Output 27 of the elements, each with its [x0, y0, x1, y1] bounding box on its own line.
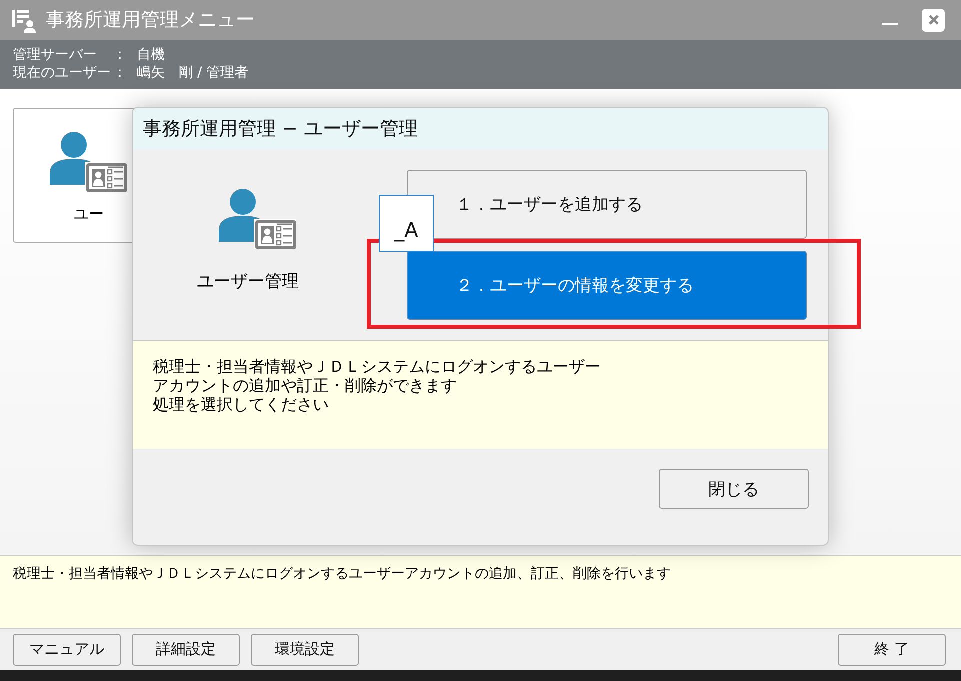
user-card-icon [217, 186, 297, 250]
status-text: 税理士・担当者情報やＪＤＬシステムにログオンするユーザーアカウントの追加、訂正、削除を行います [13, 566, 671, 582]
description-text: 税理士・担当者情報やＪＤＬシステムにログオンするユーザー [153, 357, 602, 376]
toolbar-button[interactable]: マニュアル [13, 634, 121, 666]
close-dialog-button[interactable]: 閉じる [659, 469, 809, 509]
toolbar-button[interactable]: 詳細設定 [132, 634, 240, 666]
info-label: 現在のユーザー [13, 64, 112, 82]
colon-separator: ： [113, 64, 128, 82]
menu-option[interactable]: ２．ユーザーの情報を変更する [407, 251, 807, 320]
minimize-icon [882, 23, 898, 25]
close-icon [928, 14, 940, 26]
description-text: アカウントの追加や訂正・削除ができます [153, 376, 458, 395]
ime-indicator: _A [379, 195, 434, 252]
app-logo-icon [10, 7, 36, 33]
info-label: 管理サーバー [13, 46, 98, 64]
menu-card-label: ユー [74, 205, 104, 224]
exit-button[interactable]: 終 了 [838, 634, 946, 666]
close-button[interactable] [922, 8, 945, 32]
info-value: 嶋矢 剛 / 管理者 [137, 64, 249, 82]
toolbar-button[interactable]: 環境設定 [251, 634, 359, 666]
info-value: 自機 [137, 46, 165, 64]
colon-separator: ： [113, 46, 128, 64]
window-title: 事務所運用管理メニュー [46, 8, 255, 33]
section-label: ユーザー管理 [197, 271, 299, 293]
description-text: 処理を選択してください [153, 395, 330, 414]
dialog-title: 事務所運用管理 − ユーザー管理 [143, 117, 418, 142]
user-card-icon [48, 129, 128, 193]
